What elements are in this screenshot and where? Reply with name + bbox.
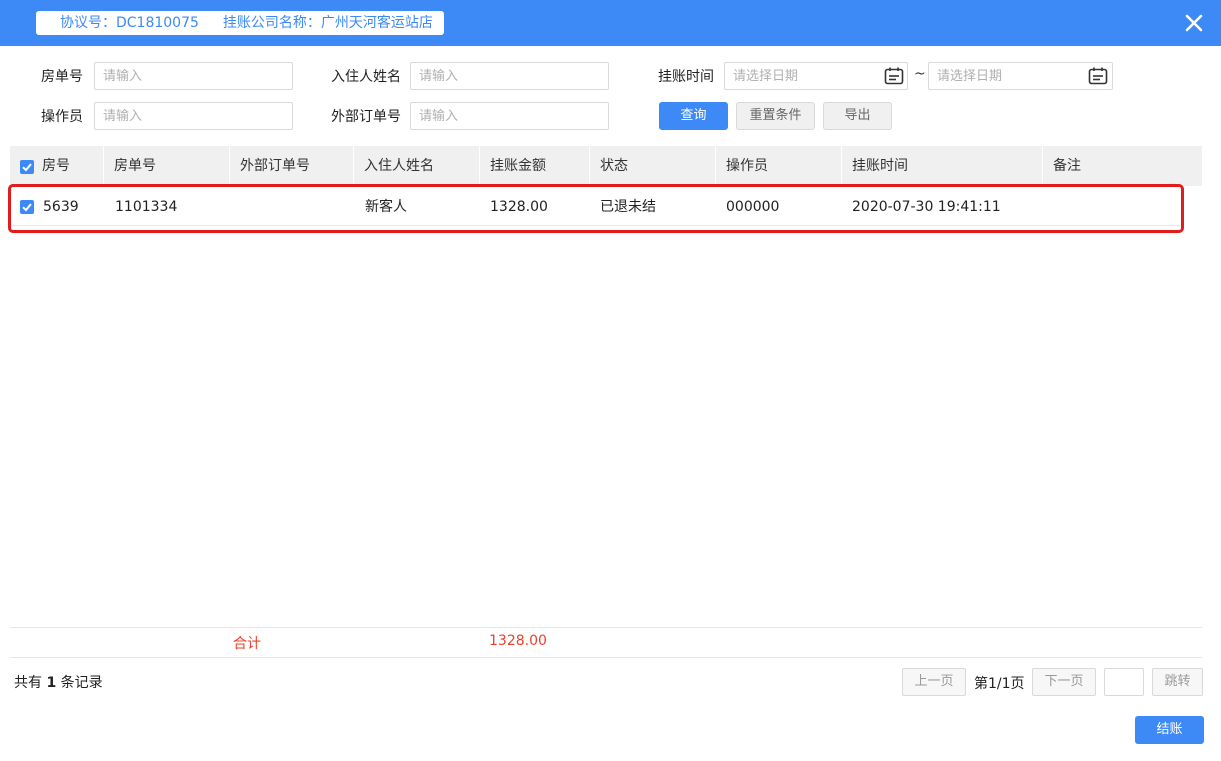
divider [10, 657, 1202, 658]
next-page-button[interactable]: 下一页 [1032, 668, 1096, 696]
agreement-info: 协议号：DC1810075 挂账公司名称：广州天河客运站店 [36, 11, 444, 35]
close-icon[interactable] [1181, 10, 1207, 36]
summary-label: 合计 [233, 636, 261, 652]
record-count-suffix: 条记录 [60, 675, 103, 691]
column-header: 挂账时间 [842, 146, 1043, 186]
guest-name-label: 入住人姓名 [331, 69, 401, 85]
settle-button[interactable]: 结账 [1135, 716, 1204, 744]
jump-button[interactable]: 跳转 [1152, 668, 1203, 696]
page-info: 第1/1页 [974, 676, 1025, 692]
column-header: 房号 [32, 146, 104, 186]
date-start-input[interactable] [724, 62, 908, 90]
page-jump-input[interactable] [1104, 668, 1144, 696]
column-header: 挂账金额 [480, 146, 590, 186]
column-header: 入住人姓名 [354, 146, 480, 186]
date-end-input[interactable] [928, 62, 1113, 90]
charge-time-label: 挂账时间 [658, 69, 714, 85]
guest-name-input[interactable] [410, 62, 609, 90]
external-order-input[interactable] [410, 102, 609, 130]
room-no-label: 房单号 [41, 69, 83, 85]
operator-input[interactable] [94, 102, 293, 130]
reset-button[interactable]: 重置条件 [736, 102, 815, 130]
prev-page-button[interactable]: 上一页 [902, 668, 966, 696]
room-no-input[interactable] [94, 62, 293, 90]
export-button[interactable]: 导出 [823, 102, 892, 130]
operator-label: 操作员 [41, 109, 83, 125]
table-header: 房号 房单号 外部订单号 入住人姓名 挂账金额 状态 操作员 挂账时间 备注 [10, 146, 1202, 186]
column-header: 备注 [1053, 158, 1081, 174]
row-highlight-box [8, 184, 1184, 233]
record-count-prefix: 共有 [14, 675, 42, 691]
record-count-number: 1 [46, 675, 57, 691]
record-count: 共有 1 条记录 [14, 672, 103, 692]
column-header: 外部订单号 [230, 146, 354, 186]
query-button[interactable]: 查询 [659, 102, 728, 130]
column-header: 操作员 [716, 146, 842, 186]
column-header: 房单号 [104, 146, 230, 186]
external-order-label: 外部订单号 [331, 109, 401, 125]
divider [10, 627, 1202, 628]
dialog-header: 协议号：DC1810075 挂账公司名称：广州天河客运站店 [0, 0, 1221, 46]
summary-amount: 1328.00 [489, 633, 547, 649]
calendar-icon[interactable] [1088, 67, 1108, 85]
agreement-number: 协议号：DC1810075 [60, 15, 199, 31]
calendar-icon[interactable] [884, 67, 904, 85]
company-name: 挂账公司名称：广州天河客运站店 [222, 15, 433, 31]
column-header: 状态 [590, 146, 716, 186]
date-separator: ~ [914, 66, 926, 82]
